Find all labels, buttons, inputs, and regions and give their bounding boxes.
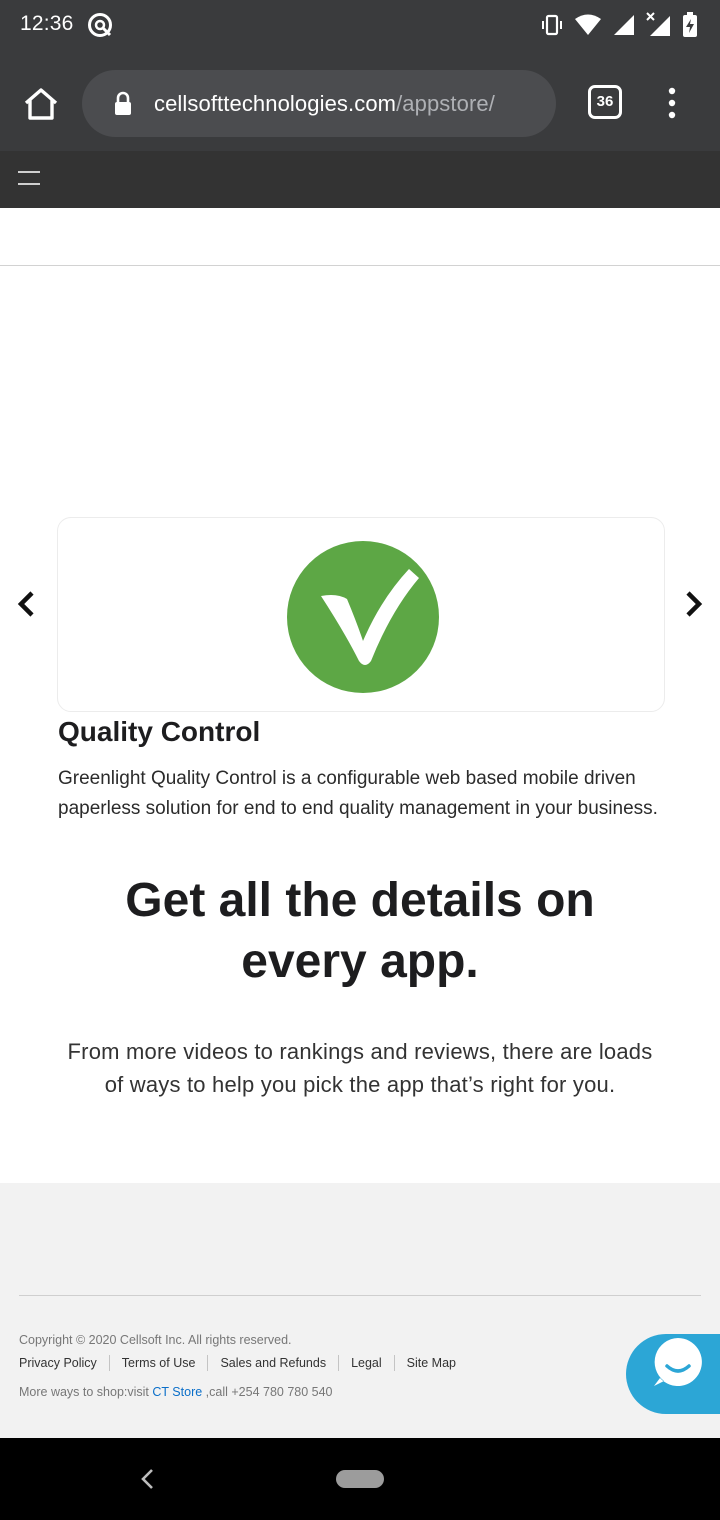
- app-description: Greenlight Quality Control is a configur…: [58, 768, 658, 819]
- signal-x-icon: [646, 12, 670, 36]
- app-title: Quality Control: [58, 716, 261, 747]
- footer-divider: [19, 1295, 701, 1296]
- footer-links: Privacy Policy Terms of Use Sales and Re…: [19, 1355, 456, 1371]
- carousel-next-icon[interactable]: [680, 590, 706, 618]
- url-path: /appstore/: [396, 91, 495, 116]
- sales-refunds-link[interactable]: Sales and Refunds: [220, 1356, 326, 1370]
- site-nav: [0, 151, 720, 208]
- lock-icon: [115, 91, 131, 115]
- copyright: Copyright © 2020 Cellsoft Inc. All right…: [19, 1333, 292, 1347]
- app-card[interactable]: [57, 517, 665, 712]
- vibrate-icon: [542, 14, 562, 36]
- link-separator: [108, 1355, 110, 1371]
- shop-prefix: More ways to shop:visit: [19, 1385, 153, 1399]
- shop-suffix: ,call +254 780 780 540: [202, 1385, 333, 1399]
- link-separator: [393, 1355, 395, 1371]
- legal-link[interactable]: Legal: [351, 1356, 382, 1370]
- home-icon[interactable]: [20, 83, 62, 125]
- signal-icon: [614, 15, 634, 35]
- hamburger-menu-icon[interactable]: [18, 171, 40, 187]
- wifi-icon: [575, 14, 601, 35]
- status-time: 12:36: [20, 12, 74, 35]
- carousel-prev-icon[interactable]: [14, 590, 40, 618]
- checkmark-logo-icon: [287, 541, 439, 693]
- status-icons: [540, 11, 698, 39]
- url-domain: cellsofttechnologies.com: [154, 91, 397, 116]
- hero-title: Get all the details on every app.: [125, 874, 595, 988]
- privacy-policy-link[interactable]: Privacy Policy: [19, 1356, 97, 1370]
- sync-icon: [88, 13, 112, 37]
- back-icon[interactable]: [138, 1466, 156, 1492]
- footer: Copyright © 2020 Cellsoft Inc. All right…: [0, 1183, 720, 1438]
- ct-store-link[interactable]: CT Store: [152, 1385, 202, 1399]
- tab-switcher-button[interactable]: 36: [588, 85, 622, 119]
- terms-of-use-link[interactable]: Terms of Use: [122, 1356, 196, 1370]
- hero-subtitle: From more videos to rankings and reviews…: [67, 1039, 653, 1097]
- url-bar[interactable]: cellsofttechnologies.com/appstore/: [82, 70, 556, 137]
- link-separator: [207, 1355, 209, 1371]
- url-text: cellsofttechnologies.com/appstore/: [154, 91, 495, 117]
- shop-line: More ways to shop:visit CT Store ,call +…: [19, 1385, 333, 1399]
- browser-toolbar: cellsofttechnologies.com/appstore/ 36: [0, 50, 720, 151]
- more-options-icon[interactable]: [662, 87, 682, 119]
- home-pill[interactable]: [336, 1470, 384, 1488]
- system-nav-bar: [0, 1438, 720, 1520]
- divider: [0, 265, 720, 266]
- chat-button[interactable]: [626, 1334, 720, 1414]
- link-separator: [338, 1355, 340, 1371]
- chat-bubble-icon: [654, 1338, 702, 1386]
- status-bar: 12:36: [0, 0, 720, 50]
- site-map-link[interactable]: Site Map: [407, 1356, 456, 1370]
- battery-charging-icon: [683, 12, 697, 37]
